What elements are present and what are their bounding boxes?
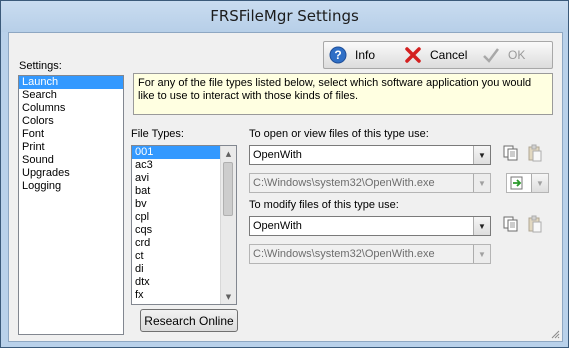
client-area: ? Info Cancel OK Settings: Launch Search C… xyxy=(8,32,563,342)
chevron-down-icon[interactable]: ▼ xyxy=(473,245,490,263)
file-types-list[interactable]: 001 ac3 avi bat bv cpl cqs crd ct di dtx fx ▲ ▼ xyxy=(131,145,237,305)
ok-label: OK xyxy=(508,48,526,62)
copy-icon xyxy=(502,215,520,236)
ok-button[interactable]: OK xyxy=(482,42,525,68)
launch-icon xyxy=(510,176,524,193)
settings-item-font[interactable]: Font xyxy=(19,128,123,141)
settings-label: Settings: xyxy=(19,60,62,72)
modify-with-select[interactable]: OpenWith ▼ xyxy=(249,216,491,236)
settings-window: FRSFileMgr Settings ? Info Cancel OK Set… xyxy=(0,0,569,348)
copy-icon xyxy=(502,144,520,165)
modify-with-label: To modify files of this type use: xyxy=(249,199,399,211)
open-with-value: OpenWith xyxy=(253,149,302,161)
settings-item-columns[interactable]: Columns xyxy=(19,102,123,115)
settings-list[interactable]: Launch Search Columns Colors Font Print Sound U… xyxy=(18,75,124,335)
open-with-select[interactable]: OpenWith ▼ xyxy=(249,145,491,165)
settings-item-launch[interactable]: Launch xyxy=(19,76,123,89)
svg-text:?: ? xyxy=(334,48,341,62)
settings-item-search[interactable]: Search xyxy=(19,89,123,102)
scroll-thumb[interactable] xyxy=(223,162,233,216)
settings-item-print[interactable]: Print xyxy=(19,141,123,154)
info-button[interactable]: ? Info xyxy=(329,42,375,68)
scroll-up-icon[interactable]: ▲ xyxy=(221,146,236,161)
modify-with-value: OpenWith xyxy=(253,220,302,232)
file-types-label: File Types: xyxy=(131,128,184,140)
open-with-path-select[interactable]: C:\Windows\system32\OpenWith.exe ▼ xyxy=(249,173,491,193)
title-bar[interactable]: FRSFileMgr Settings xyxy=(1,1,568,32)
settings-item-logging[interactable]: Logging xyxy=(19,180,123,193)
copy-modify-button[interactable] xyxy=(501,215,521,235)
cancel-button[interactable]: Cancel xyxy=(404,42,467,68)
chevron-down-icon[interactable]: ▼ xyxy=(473,146,490,164)
launch-app-select[interactable]: ▼ xyxy=(506,173,549,193)
chevron-down-icon[interactable]: ▼ xyxy=(473,217,490,235)
open-with-label: To open or view files of this type use: xyxy=(249,128,429,140)
paste-modify-button[interactable] xyxy=(525,215,545,235)
resize-grip-icon[interactable] xyxy=(550,329,560,339)
settings-item-colors[interactable]: Colors xyxy=(19,115,123,128)
info-box: For any of the file types listed below, … xyxy=(133,73,553,115)
window-title: FRSFileMgr Settings xyxy=(210,7,359,25)
scroll-down-icon[interactable]: ▼ xyxy=(221,289,236,304)
close-icon xyxy=(404,46,422,64)
paste-icon xyxy=(526,144,544,165)
copy-open-button[interactable] xyxy=(501,144,521,164)
chevron-down-icon[interactable]: ▼ xyxy=(473,174,490,192)
file-types-scrollbar[interactable]: ▲ ▼ xyxy=(220,146,236,304)
paste-open-button[interactable] xyxy=(525,144,545,164)
help-icon: ? xyxy=(329,46,347,64)
paste-icon xyxy=(526,215,544,236)
settings-item-upgrades[interactable]: Upgrades xyxy=(19,167,123,180)
modify-with-path-select[interactable]: C:\Windows\system32\OpenWith.exe ▼ xyxy=(249,244,491,264)
cancel-label: Cancel xyxy=(430,48,468,62)
settings-item-sound[interactable]: Sound xyxy=(19,154,123,167)
chevron-down-icon[interactable]: ▼ xyxy=(531,174,548,192)
modify-with-path: C:\Windows\system32\OpenWith.exe xyxy=(253,248,435,260)
info-label: Info xyxy=(355,48,376,62)
open-with-path: C:\Windows\system32\OpenWith.exe xyxy=(253,177,435,189)
toolbar: ? Info Cancel OK xyxy=(323,41,553,69)
checkmark-icon xyxy=(482,46,500,64)
research-online-button[interactable]: Research Online xyxy=(140,309,238,332)
